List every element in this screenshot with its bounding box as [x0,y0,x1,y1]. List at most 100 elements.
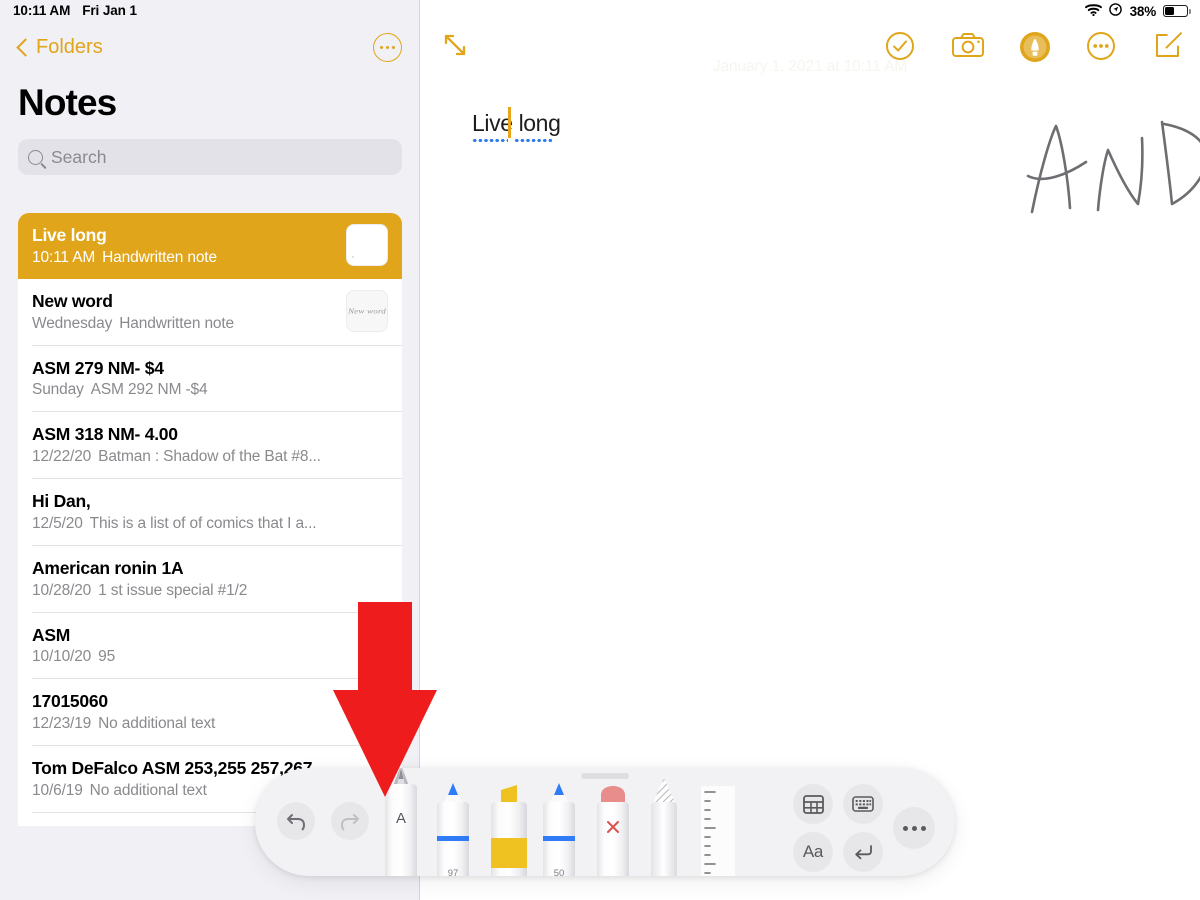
sidebar-nav-bar: Folders [0,33,419,70]
pen-tool[interactable]: 97 [437,783,469,876]
note-item-title: ASM [32,624,71,645]
table-button[interactable] [793,784,833,824]
note-item-subtitle: 12/22/20 Batman : Shadow of the Bat #8... [32,448,388,466]
note-item-title: American ronin 1A [32,557,184,578]
note-list-item[interactable]: ASM 318 NM- 4.00 12/22/20 Batman : Shadow … [18,412,402,478]
note-item-title: 17015060 [32,691,108,712]
scribble-tool-label: A [395,810,406,827]
lasso-tool-body [651,802,677,876]
page-title: Notes [18,82,117,123]
note-item-date: Wednesday [32,314,113,332]
scribble-converted-text[interactable]: Live long [472,110,561,142]
note-detail-pane: January 1, 2021 at 10:11 AM Live long [420,0,1200,900]
lasso-tool[interactable] [651,778,677,876]
note-item-preview: Batman : Shadow of the Bat #8... [98,448,321,465]
thumbnail-ink-preview: New word [347,307,387,316]
note-item-subtitle: 10/10/20 95 [32,648,388,666]
pencil-tool-label: 50 [553,868,565,876]
note-item-subtitle: Sunday ASM 292 NM -$4 [32,381,388,399]
search-icon [28,149,43,165]
note-item-subtitle: 12/23/19 No additional text [32,715,388,733]
note-item-date: 10:11 AM [32,248,96,266]
note-item-subtitle: 10/28/20 1 st issue special #1/2 [32,582,388,600]
note-list-item[interactable]: ASM 279 NM- $4 Sunday ASM 292 NM -$4 [18,345,402,412]
ellipsis-icon [902,825,926,831]
pen-tool-label: 97 [447,868,459,876]
undo-redo-group [277,802,369,840]
note-list-item[interactable]: ASM 10/10/20 95 [18,612,402,679]
search-input[interactable]: Search [18,139,402,175]
note-list-item[interactable]: 17015060 12/23/19 No additional text [18,679,402,745]
note-item-date: 10/6/19 [32,781,83,799]
chevron-left-icon [18,38,29,57]
note-timestamp: January 1, 2021 at 10:11 AM [712,58,908,75]
scribble-tool-body: A [385,784,417,876]
scribble-tool[interactable]: A [385,768,417,876]
keyboard-button[interactable] [843,784,883,824]
eraser-tool[interactable] [597,786,629,876]
redo-button[interactable] [331,802,369,840]
note-item-date: Sunday [32,381,84,399]
text-format-button[interactable]: Aa [793,832,833,872]
note-item-preview: Handwritten note [119,314,235,332]
note-item-date: 10/28/20 [32,581,92,599]
palette-controls: Aa [793,784,935,872]
pen-tool-body: 97 [437,802,469,876]
note-item-preview: This is a list of of comics that I a... [89,514,317,532]
pencil-tool-tip [543,783,575,803]
return-button[interactable] [843,832,883,872]
note-item-preview: 1 st issue special #1/2 [98,581,248,599]
note-item-subtitle: 10:11 AM Handwritten note [32,249,336,267]
note-item-thumbnail [346,224,388,267]
lasso-tool-tip [651,778,677,803]
ipad-notes-screen: Folders Notes Search Live long 10:11 AM Ha… [0,0,1200,900]
palette-controls-col2 [843,784,883,872]
expand-arrows-icon[interactable] [440,30,470,60]
notes-sidebar: Folders Notes Search Live long 10:11 AM Ha… [0,0,420,900]
note-list-item[interactable]: American ronin 1A 10/28/20 1 st issue spec… [18,545,402,612]
note-item-subtitle: 12/5/20 This is a list of of comics that … [32,515,388,533]
note-item-date: 12/5/20 [32,514,83,532]
note-item-date: 10/10/20 [32,648,92,666]
text-format-label: Aa [802,842,824,861]
tool-strip: A 97 50 [375,768,785,876]
note-item-title: ASM 279 NM- $4 [32,357,164,378]
ellipsis-dot [920,825,926,831]
note-item-thumbnail: New word [346,290,388,333]
highlighter-tool-body [491,802,527,876]
back-button-label: Folders [36,36,103,58]
note-item-date: 12/23/19 [32,715,92,732]
note-item-preview: ASM 292 NM -$4 [90,381,208,399]
note-item-subtitle: Wednesday Handwritten note [32,315,336,333]
ellipsis-dot [380,45,384,50]
note-item-title: ASM 318 NM- 4.00 [32,424,178,445]
pencil-tool[interactable]: 50 [543,783,575,876]
ruler-tool[interactable] [701,786,735,876]
pen-tool-tip [437,783,469,803]
scribble-underline-word1 [472,139,508,142]
ellipsis-dot [902,825,908,831]
note-item-title: Live long [32,225,107,245]
note-list-item[interactable]: Hi Dan, 12/5/20 This is a list of of comic… [18,479,402,545]
note-item-preview: Handwritten note [102,248,217,266]
pen-color-band [437,836,469,841]
eraser-tool-body [597,802,629,876]
note-item-preview: 95 [98,648,116,666]
pencil-color-band [543,836,575,841]
note-list-item[interactable]: Live long 10:11 AM Handwritten note [18,213,402,279]
highlighter-tool[interactable] [491,785,527,876]
scribble-tool-tip [385,768,417,786]
scribble-text-value: Live long [472,110,561,136]
back-to-folders-button[interactable]: Folders [18,36,103,59]
note-item-title: Hi Dan, [32,491,91,511]
note-list-item[interactable]: New word Wednesday Handwritten note New wor… [18,278,402,345]
note-item-text: American ronin 1A 10/28/20 1 st issue spec… [32,557,388,600]
note-item-title: New word [32,290,113,311]
note-item-text: New word Wednesday Handwritten note [32,290,336,333]
palette-more-button[interactable] [893,807,935,849]
palette-controls-col1: Aa [793,784,833,872]
undo-button[interactable] [277,802,315,840]
sidebar-more-button[interactable] [373,33,402,62]
note-item-text: ASM 10/10/20 95 [32,624,388,667]
note-item-text: 17015060 12/23/19 No additional text [32,690,388,733]
